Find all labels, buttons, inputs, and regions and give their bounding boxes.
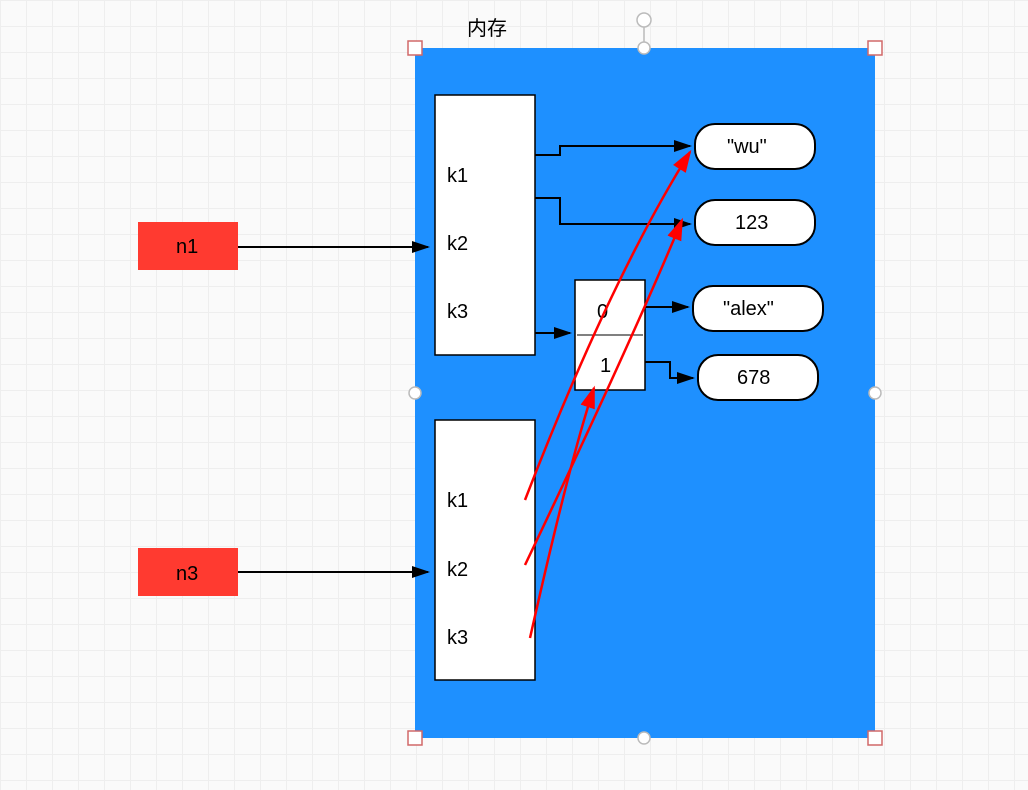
- dict1-k3: k3: [447, 301, 468, 323]
- memory-diagram[interactable]: 内存 n1 n3 k1 k2 k3 k1 k2 k3 0 1 "wu" 123 …: [0, 0, 1028, 790]
- dict2-k1: k1: [447, 490, 468, 512]
- variable-n1-label: n1: [176, 236, 198, 258]
- list-idx-0: 0: [597, 301, 608, 323]
- value-alex-label: "alex": [723, 298, 774, 320]
- selection-handle[interactable]: [868, 731, 882, 745]
- list-idx-1: 1: [600, 355, 611, 377]
- selection-handle[interactable]: [408, 731, 422, 745]
- selection-handle[interactable]: [409, 387, 421, 399]
- selection-handle[interactable]: [868, 41, 882, 55]
- dict2-k2: k2: [447, 559, 468, 581]
- variable-n3-label: n3: [176, 563, 198, 585]
- value-wu-label: "wu": [727, 136, 767, 158]
- rotation-handle[interactable]: [637, 13, 651, 27]
- memory-title: 内存: [467, 17, 507, 40]
- selection-handle[interactable]: [408, 41, 422, 55]
- dict1-k2: k2: [447, 233, 468, 255]
- selection-handle[interactable]: [869, 387, 881, 399]
- selection-handle[interactable]: [638, 42, 650, 54]
- value-678-label: 678: [737, 367, 770, 389]
- selection-handle[interactable]: [638, 732, 650, 744]
- dict1-k1: k1: [447, 165, 468, 187]
- value-123-label: 123: [735, 212, 768, 234]
- dict2-k3: k3: [447, 627, 468, 649]
